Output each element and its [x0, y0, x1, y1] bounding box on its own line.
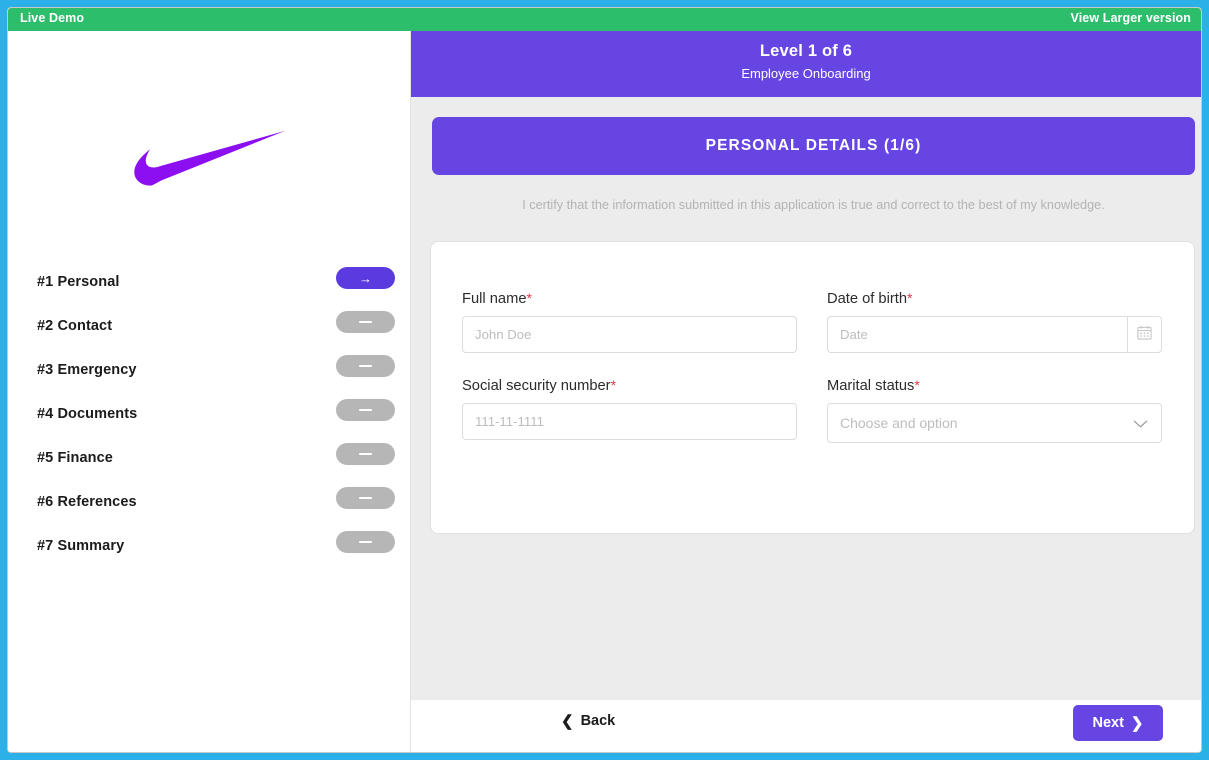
marital-status-selected-value: Choose and option	[840, 415, 958, 431]
sidebar-item-emergency[interactable]: #3 Emergency	[8, 351, 411, 395]
sidebar-item-documents[interactable]: #4 Documents	[8, 395, 411, 439]
form-panel: Level 1 of 6 Employee Onboarding PERSONA…	[411, 31, 1201, 752]
field-row-2: Social security number* Marital status* …	[462, 377, 1162, 443]
nike-swoosh-icon	[133, 130, 286, 195]
field-ssn: Social security number*	[462, 377, 797, 443]
step-label: #3 Emergency	[37, 362, 137, 378]
field-grid: Full name* Date of birth*	[462, 290, 1162, 467]
level-title: Level 1 of 6	[759, 42, 853, 60]
sidebar: #1 Personal → #2 Contact #3 Emergency #4…	[8, 31, 411, 752]
back-button[interactable]: ❮ Back	[561, 713, 615, 729]
arrow-right-icon: →	[359, 270, 372, 286]
step-label: #6 References	[37, 494, 137, 510]
date-of-birth-label-text: Date of birth	[827, 291, 908, 307]
ssn-input[interactable]	[462, 403, 797, 440]
browser-viewport: Live Demo View Larger version #1 Persona…	[7, 7, 1202, 753]
required-marker: *	[907, 290, 913, 306]
panel-header: Level 1 of 6 Employee Onboarding	[411, 31, 1201, 97]
brand-logo	[8, 126, 411, 196]
step-list: #1 Personal → #2 Contact #3 Emergency #4…	[8, 263, 411, 571]
live-demo-label: Live Demo	[20, 11, 85, 25]
step-label: #7 Summary	[37, 538, 125, 554]
ssn-label-text: Social security number	[462, 378, 611, 394]
step-status-pill-emergency[interactable]	[336, 355, 395, 377]
full-name-label-text: Full name	[462, 291, 527, 307]
full-name-input[interactable]	[462, 316, 797, 353]
dash-icon	[359, 408, 372, 412]
certification-note: I certify that the information submitted…	[522, 198, 1105, 212]
view-larger-version-link[interactable]: View Larger version	[1071, 11, 1191, 25]
chevron-right-icon: ❯	[1130, 714, 1144, 732]
back-button-label: Back	[580, 713, 616, 729]
sidebar-item-personal[interactable]: #1 Personal →	[8, 263, 411, 307]
sidebar-item-references[interactable]: #6 References	[8, 483, 411, 527]
full-name-label: Full name*	[462, 290, 797, 307]
field-marital-status: Marital status* Choose and option	[827, 377, 1162, 443]
calendar-picker-button[interactable]	[1127, 316, 1162, 353]
required-marker: *	[914, 377, 920, 393]
level-subtitle: Employee Onboarding	[741, 66, 871, 81]
step-status-pill-references[interactable]	[336, 487, 395, 509]
wizard-container: #1 Personal → #2 Contact #3 Emergency #4…	[8, 31, 1201, 752]
section-banner: PERSONAL DETAILS (1/6)	[432, 117, 1195, 175]
required-marker: *	[610, 377, 617, 393]
next-button[interactable]: Next ❯	[1073, 705, 1163, 741]
chevron-down-icon	[1133, 417, 1148, 435]
step-status-pill-personal[interactable]: →	[336, 267, 395, 289]
step-status-pill-documents[interactable]	[336, 399, 395, 421]
next-button-label: Next	[1092, 715, 1124, 731]
step-label: #4 Documents	[37, 406, 138, 422]
ssn-label: Social security number*	[462, 377, 797, 394]
required-marker: *	[526, 290, 532, 306]
marital-status-label-text: Marital status	[827, 378, 915, 394]
panel-footer: ❮ Back Next ❯	[411, 699, 1201, 752]
step-status-pill-finance[interactable]	[336, 443, 395, 465]
field-row-1: Full name* Date of birth*	[462, 290, 1162, 353]
date-of-birth-group	[827, 316, 1162, 353]
live-demo-bar: Live Demo View Larger version	[8, 8, 1201, 31]
field-date-of-birth: Date of birth*	[827, 290, 1162, 353]
marital-status-label: Marital status*	[827, 377, 1162, 394]
date-of-birth-input[interactable]	[827, 316, 1128, 353]
field-full-name: Full name*	[462, 290, 797, 353]
dash-icon	[359, 320, 372, 324]
dash-icon	[359, 452, 372, 456]
dash-icon	[359, 496, 372, 500]
step-label: #1 Personal	[37, 274, 120, 290]
date-of-birth-label: Date of birth*	[827, 290, 1162, 307]
calendar-icon	[1137, 325, 1152, 345]
form-card: Full name* Date of birth*	[430, 241, 1195, 534]
outer-frame: Live Demo View Larger version #1 Persona…	[0, 0, 1209, 760]
dash-icon	[359, 364, 372, 368]
step-status-pill-contact[interactable]	[336, 311, 395, 333]
sidebar-item-finance[interactable]: #5 Finance	[8, 439, 411, 483]
marital-status-select[interactable]: Choose and option	[827, 403, 1162, 443]
chevron-left-icon: ❮	[561, 712, 574, 730]
sidebar-item-summary[interactable]: #7 Summary	[8, 527, 411, 571]
step-status-pill-summary[interactable]	[336, 531, 395, 553]
step-label: #2 Contact	[37, 318, 113, 334]
dash-icon	[359, 540, 372, 544]
step-label: #5 Finance	[37, 450, 113, 466]
sidebar-item-contact[interactable]: #2 Contact	[8, 307, 411, 351]
